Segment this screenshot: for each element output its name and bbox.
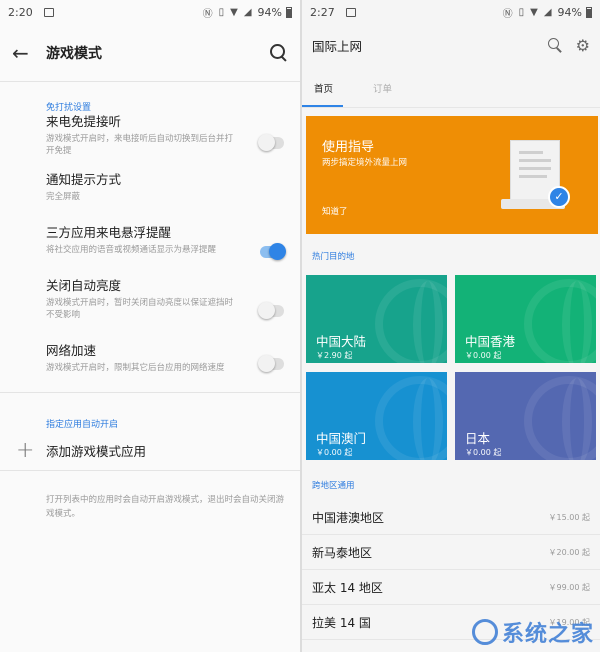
guide-title: 使用指导 <box>322 140 375 155</box>
destination-tile-macau[interactable]: 中国澳门 ￥0.00 起 <box>306 372 447 460</box>
auto-brightness-toggle[interactable] <box>258 301 284 319</box>
destination-price: ￥0.00 起 <box>465 448 502 457</box>
watermark-text: 系统之家 <box>501 622 594 647</box>
destination-tile-japan[interactable]: 日本 ￥0.00 起 <box>455 372 596 460</box>
back-arrow-icon[interactable]: ← <box>12 41 36 65</box>
region-price: ￥20.00 起 <box>548 547 590 557</box>
destination-price: ￥0.00 起 <box>316 448 353 457</box>
wifi-icon: ▼ <box>230 6 238 18</box>
toggle-knob <box>258 354 275 372</box>
section-header-auto-open: 指定应用自动开启 <box>46 420 119 430</box>
setting-subtitle: 游戏模式开启时，限制其它后台应用的网络速度 <box>46 363 225 373</box>
setting-subtitle: 游戏模式开启时，来电接听后自动切换到后台并打开免提 <box>46 134 234 156</box>
nfc-icon: Ⓝ <box>502 8 513 20</box>
destination-price: ￥2.90 起 <box>316 351 353 360</box>
tab-home[interactable]: 首页 <box>302 81 344 107</box>
list-item[interactable]: 亚太 14 地区 ￥99.00 起 <box>302 570 600 605</box>
status-time: 2:20 <box>8 5 33 19</box>
list-item[interactable]: 中国港澳地区 ￥15.00 起 <box>302 500 600 535</box>
status-bar: 2:20 Ⓝ ▯ ▼ ◢ 94% <box>0 0 300 24</box>
destination-name: 中国澳门 <box>316 431 367 446</box>
setting-subtitle: 将社交应用的语音或视频通话显示为悬浮提醒 <box>46 245 217 255</box>
section-header-dnd: 免打扰设置 <box>46 103 92 113</box>
game-mode-screen: 2:20 Ⓝ ▯ ▼ ◢ 94% ← 游戏模式 免打扰设置 来电免提接听 游戏模… <box>0 0 300 652</box>
setting-title: 三方应用来电悬浮提醒 <box>46 225 172 240</box>
globe-icon <box>375 279 447 363</box>
plus-icon: + <box>16 438 35 463</box>
status-bar: 2:27 Ⓝ ▯ ▼ ◢ 94% <box>302 0 600 24</box>
add-game-app-button[interactable]: + 添加游戏模式应用 <box>0 431 300 471</box>
destination-name: 中国大陆 <box>316 334 367 349</box>
region-name: 亚太 14 地区 <box>312 580 383 595</box>
watermark-logo-icon <box>471 619 498 645</box>
setting-subtitle: 游戏模式开启时，暂时关闭自动亮度以保证遮挡时不受影响 <box>46 298 234 320</box>
auto-open-note: 打开列表中的应用时会自动开启游戏模式，退出时会自动关闭游戏模式。 <box>46 495 285 519</box>
signal-icon: ◢ <box>243 6 252 18</box>
handsfree-toggle[interactable] <box>258 134 284 151</box>
globe-icon <box>524 279 596 363</box>
network-boost-toggle[interactable] <box>258 354 284 372</box>
region-price: ￥15.00 起 <box>548 512 590 522</box>
vibrate-icon: ▯ <box>518 6 525 18</box>
image-notification-icon <box>346 7 356 17</box>
site-watermark: 系统之家 <box>471 616 594 648</box>
region-name: 中国港澳地区 <box>312 510 385 525</box>
setting-auto-brightness[interactable]: 关闭自动亮度 游戏模式开启时，暂时关闭自动亮度以保证遮挡时不受影响 <box>0 278 300 343</box>
setting-title: 通知提示方式 <box>46 172 122 187</box>
image-notification-icon <box>44 7 54 17</box>
add-game-app-label: 添加游戏模式应用 <box>46 444 147 459</box>
region-price: ￥99.00 起 <box>548 582 590 592</box>
roaming-screen: 2:27 Ⓝ ▯ ▼ ◢ 94% 国际上网 ⚙ 首页 订单 使用指导 两步搞定境… <box>302 0 600 652</box>
gear-icon[interactable]: ⚙ <box>576 36 590 55</box>
destination-name: 中国香港 <box>465 334 516 349</box>
guide-subtitle: 两步搞定境外流量上网 <box>322 158 408 168</box>
list-item[interactable]: 新马泰地区 ￥20.00 起 <box>302 535 600 570</box>
battery-level: 94% <box>257 5 282 19</box>
guide-dismiss-button[interactable]: 知道了 <box>322 205 348 217</box>
battery-icon <box>586 6 592 18</box>
signal-icon: ◢ <box>543 6 552 18</box>
usage-guide-card[interactable]: 使用指导 两步搞定境外流量上网 知道了 ✓ <box>306 116 598 234</box>
status-time: 2:27 <box>310 5 335 19</box>
toggle-knob <box>258 301 275 319</box>
globe-icon <box>375 376 447 460</box>
nfc-icon: Ⓝ <box>202 8 213 20</box>
section-header-hot: 热门目的地 <box>312 252 355 262</box>
setting-notification-mode[interactable]: 通知提示方式 完全屏蔽 <box>0 172 300 225</box>
battery-level: 94% <box>557 5 582 19</box>
toggle-knob <box>269 242 286 260</box>
page-title: 游戏模式 <box>46 45 102 62</box>
setting-call-handsfree[interactable]: 来电免提接听 游戏模式开启时，来电接听后自动切换到后台并打开免提 <box>0 114 300 172</box>
destination-tile-mainland[interactable]: 中国大陆 ￥2.90 起 <box>306 275 447 363</box>
setting-network-boost[interactable]: 网络加速 游戏模式开启时，限制其它后台应用的网络速度 <box>0 343 300 393</box>
setting-title: 来电免提接听 <box>46 114 122 129</box>
region-name: 新马泰地区 <box>312 545 373 560</box>
setting-title: 网络加速 <box>46 343 97 358</box>
setting-subtitle: 完全屏蔽 <box>46 192 81 202</box>
destination-tile-hongkong[interactable]: 中国香港 ￥0.00 起 <box>455 275 596 363</box>
search-icon[interactable] <box>270 43 288 62</box>
app-bar: ← 游戏模式 <box>0 24 300 82</box>
search-icon[interactable] <box>547 38 562 52</box>
setting-floating-call[interactable]: 三方应用来电悬浮提醒 将社交应用的语音或视频通话显示为悬浮提醒 <box>0 225 300 278</box>
destination-name: 日本 <box>465 431 491 446</box>
vibrate-icon: ▯ <box>218 6 225 18</box>
setting-title: 关闭自动亮度 <box>46 278 122 293</box>
tab-bar: 首页 订单 <box>302 66 600 108</box>
section-header-cross-region: 跨地区通用 <box>312 481 355 491</box>
toggle-knob <box>258 134 275 151</box>
page-title: 国际上网 <box>312 38 363 54</box>
destination-price: ￥0.00 起 <box>465 351 502 360</box>
tab-orders[interactable]: 订单 <box>361 81 402 107</box>
wifi-icon: ▼ <box>530 6 538 18</box>
battery-icon <box>286 6 292 18</box>
checkmark-icon: ✓ <box>548 186 570 208</box>
globe-icon <box>524 376 596 460</box>
floating-call-toggle[interactable] <box>260 242 286 260</box>
app-bar: 国际上网 ⚙ <box>302 24 600 66</box>
